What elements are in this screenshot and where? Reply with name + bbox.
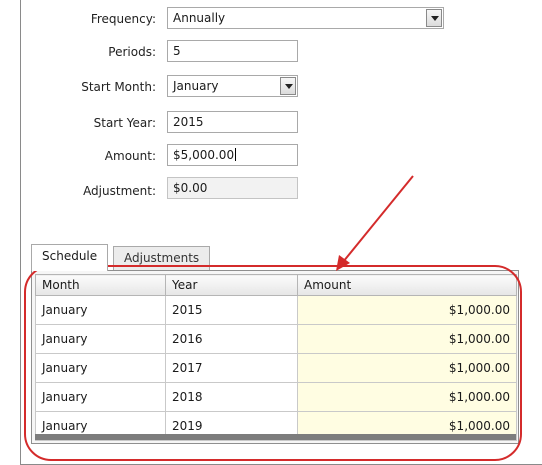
amount-cell[interactable]: $1,000.00 xyxy=(297,353,517,383)
year-cell[interactable]: 2017 xyxy=(165,353,298,383)
tab-schedule[interactable]: Schedule xyxy=(31,244,109,271)
start-year-label: Start Year: xyxy=(93,116,156,130)
frequency-value: Annually xyxy=(173,11,226,25)
month-cell[interactable]: January xyxy=(35,382,166,412)
start-month-label: Start Month: xyxy=(81,80,156,94)
schedule-table: Month Year Amount January 2015 $1,000.00… xyxy=(35,274,517,441)
table-row[interactable]: January 2017 $1,000.00 xyxy=(35,353,517,383)
start-year-input[interactable]: 2015 xyxy=(167,111,298,133)
amount-cell[interactable]: $1,000.00 xyxy=(297,324,517,354)
amount-input[interactable]: $5,000.00 xyxy=(167,144,298,166)
start-month-select[interactable]: January xyxy=(167,75,298,97)
amount-cell[interactable]: $1,000.00 xyxy=(297,295,517,325)
column-header-month[interactable]: Month xyxy=(35,274,166,296)
table-row[interactable]: January 2015 $1,000.00 xyxy=(35,295,517,325)
column-header-year[interactable]: Year xyxy=(165,274,298,296)
year-cell[interactable]: 2018 xyxy=(165,382,298,412)
tab-adjustments[interactable]: Adjustments xyxy=(113,246,211,270)
grid-horizontal-scrollbar[interactable] xyxy=(35,434,516,440)
schedule-grid: Month Year Amount January 2015 $1,000.00… xyxy=(31,270,519,444)
frequency-select[interactable]: Annually xyxy=(167,7,444,29)
start-month-value: January xyxy=(173,79,219,93)
column-header-amount[interactable]: Amount xyxy=(297,274,517,296)
year-cell[interactable]: 2015 xyxy=(165,295,298,325)
month-cell[interactable]: January xyxy=(35,324,166,354)
year-cell[interactable]: 2016 xyxy=(165,324,298,354)
periods-label: Periods: xyxy=(108,45,156,59)
chevron-down-icon[interactable] xyxy=(426,9,442,27)
frequency-label: Frequency: xyxy=(90,12,156,26)
month-cell[interactable]: January xyxy=(35,353,166,383)
chevron-down-icon[interactable] xyxy=(280,77,296,95)
amount-label: Amount: xyxy=(104,149,156,163)
text-cursor xyxy=(235,148,237,161)
periods-input[interactable]: 5 xyxy=(167,40,298,62)
table-header-row: Month Year Amount xyxy=(35,274,517,296)
month-cell[interactable]: January xyxy=(35,295,166,325)
adjustment-label: Adjustment: xyxy=(83,184,156,198)
amount-cell[interactable]: $1,000.00 xyxy=(297,382,517,412)
amount-value: $5,000.00 xyxy=(173,148,235,162)
table-row[interactable]: January 2016 $1,000.00 xyxy=(35,324,517,354)
adjustment-input: $0.00 xyxy=(167,177,298,199)
table-row[interactable]: January 2018 $1,000.00 xyxy=(35,382,517,412)
